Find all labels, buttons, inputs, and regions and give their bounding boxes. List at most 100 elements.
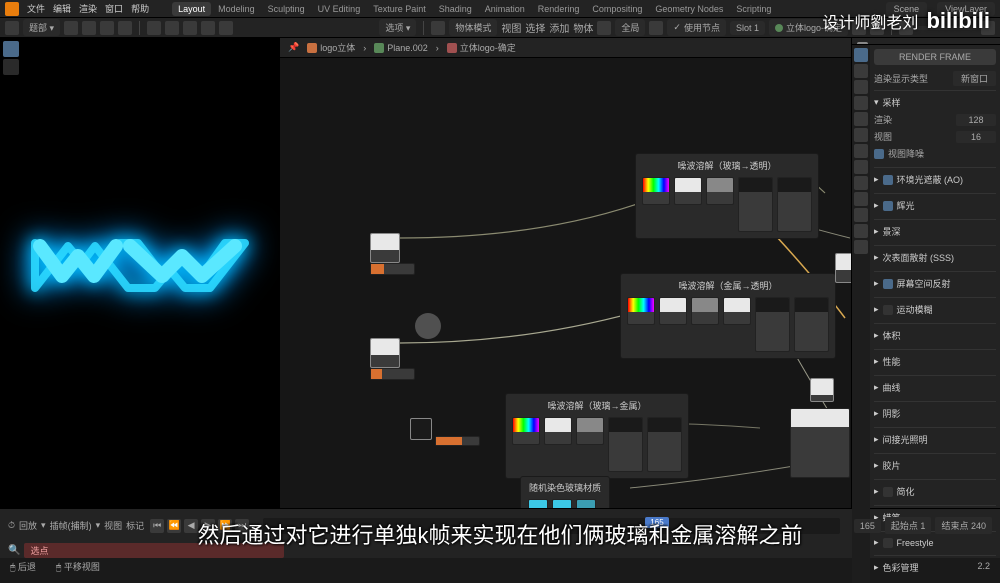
editor-type-icon[interactable] xyxy=(431,21,445,35)
texture-node[interactable] xyxy=(674,177,702,205)
scene-tab-icon[interactable] xyxy=(854,96,868,110)
slider-node[interactable] xyxy=(435,436,480,446)
world-tab-icon[interactable] xyxy=(854,112,868,126)
outliner[interactable]: logo 动画 logo立体 logo立体边框 灯光摄像机 xyxy=(852,38,1000,45)
viewlayer-tab-icon[interactable] xyxy=(854,80,868,94)
render-samples-field[interactable]: 128 xyxy=(956,114,996,126)
section-motionblur[interactable]: ▸ 运动模糊 xyxy=(874,301,996,318)
colorramp-node[interactable] xyxy=(627,297,655,325)
texture-node[interactable] xyxy=(544,417,572,445)
editor-type-icon[interactable] xyxy=(5,21,19,35)
view-menu[interactable]: 视图 xyxy=(501,20,521,35)
section-shadows[interactable]: ▸ 阴影 xyxy=(874,405,996,422)
material-tab-icon[interactable] xyxy=(854,224,868,238)
section-curves[interactable]: ▸ 曲线 xyxy=(874,379,996,396)
data-tab-icon[interactable] xyxy=(854,208,868,222)
section-simplify[interactable]: ▸ 简化 xyxy=(874,483,996,500)
output-tab-icon[interactable] xyxy=(854,64,868,78)
section-bloom[interactable]: ▸ 辉光 xyxy=(874,197,996,214)
tool-icon[interactable] xyxy=(118,21,132,35)
breadcrumb-data[interactable]: Plane.002 xyxy=(374,43,428,53)
tool-icon[interactable] xyxy=(100,21,114,35)
menu-help[interactable]: 帮助 xyxy=(131,2,149,15)
mix-node[interactable] xyxy=(608,417,643,472)
object-tab-icon[interactable] xyxy=(854,128,868,142)
shader-node[interactable] xyxy=(647,417,682,472)
tool-icon[interactable] xyxy=(219,21,233,35)
render-tab-icon[interactable] xyxy=(854,48,868,62)
select-menu[interactable]: 选择 xyxy=(525,20,545,35)
tab-compositing[interactable]: Compositing xyxy=(586,2,648,16)
display-dropdown[interactable]: 新窗口 xyxy=(953,71,996,86)
tab-uv[interactable]: UV Editing xyxy=(312,2,367,16)
select-mode[interactable]: 选项 ▾ xyxy=(379,19,416,36)
slider-node[interactable] xyxy=(370,368,415,380)
select-tool[interactable] xyxy=(3,41,19,57)
tab-scripting[interactable]: Scripting xyxy=(730,2,777,16)
section-sss[interactable]: ▸ 次表面散射 (SSS) xyxy=(874,249,996,266)
section-ao[interactable]: ▸ 环境光遮蔽 (AO) xyxy=(874,171,996,188)
color-node[interactable] xyxy=(528,499,548,508)
section-film[interactable]: ▸ 胶片 xyxy=(874,457,996,474)
menu-file[interactable]: 文件 xyxy=(27,2,45,15)
value-node[interactable] xyxy=(370,338,400,368)
render-properties[interactable]: RENDER FRAME 追染显示类型新窗口 ▾ 采样 渲染128 视图16 视… xyxy=(870,45,1000,583)
section-indirect[interactable]: ▸ 间接光照明 xyxy=(874,431,996,448)
breadcrumb-object[interactable]: logo立体 xyxy=(307,41,355,54)
shader-node[interactable] xyxy=(777,177,812,232)
tab-geo[interactable]: Geometry Nodes xyxy=(649,2,729,16)
tool-icon[interactable] xyxy=(147,21,161,35)
tool-icon[interactable] xyxy=(165,21,179,35)
texture-node[interactable] xyxy=(723,297,751,325)
use-nodes[interactable]: ✓ 使用节点 xyxy=(667,19,726,36)
color-node[interactable] xyxy=(576,499,596,508)
node-frame-metal-transparent[interactable]: 噪波溶解（金属→透明） xyxy=(620,273,836,359)
bloom-checkbox[interactable] xyxy=(883,201,893,211)
render-button[interactable]: RENDER FRAME xyxy=(874,49,996,65)
constraint-tab-icon[interactable] xyxy=(854,192,868,206)
tab-texpaint[interactable]: Texture Paint xyxy=(367,2,432,16)
3d-viewport[interactable] xyxy=(0,38,280,508)
pivot-icon[interactable] xyxy=(649,21,663,35)
slot-selector[interactable]: Slot 1 xyxy=(730,21,765,35)
texture-node[interactable] xyxy=(691,297,719,325)
mode-selector[interactable]: 题部 ▾ xyxy=(23,19,60,36)
mix-node[interactable] xyxy=(755,297,790,352)
texture-node[interactable] xyxy=(659,297,687,325)
menu-window[interactable]: 窗口 xyxy=(105,2,123,15)
tool-icon[interactable] xyxy=(201,21,215,35)
object-mode[interactable]: 物体模式 xyxy=(449,19,497,36)
shader-node-editor[interactable]: 📌 logo立体 › Plane.002 › 立体logo-确定 噪波溶解（玻璃… xyxy=(280,38,852,508)
shader-node[interactable] xyxy=(794,297,829,352)
tab-modeling[interactable]: Modeling xyxy=(212,2,261,16)
shader-node[interactable] xyxy=(835,253,852,283)
tool-icon[interactable] xyxy=(82,21,96,35)
object-menu[interactable]: 物体 xyxy=(573,20,593,35)
texture-node[interactable] xyxy=(576,417,604,445)
physics-tab-icon[interactable] xyxy=(854,176,868,190)
particle-tab-icon[interactable] xyxy=(854,160,868,174)
add-menu[interactable]: 添加 xyxy=(549,20,569,35)
node-frame-random-glass[interactable]: 随机染色玻璃材质 xyxy=(520,476,610,508)
menu-render[interactable]: 渲染 xyxy=(79,2,97,15)
mix-node[interactable] xyxy=(738,177,773,232)
ssr-checkbox[interactable] xyxy=(883,279,893,289)
tab-shading[interactable]: Shading xyxy=(433,2,478,16)
section-volumetrics[interactable]: ▸ 体积 xyxy=(874,327,996,344)
pin-icon[interactable]: 📌 xyxy=(288,42,299,53)
menu-edit[interactable]: 编辑 xyxy=(53,2,71,15)
value-node[interactable] xyxy=(410,418,432,440)
value-node[interactable] xyxy=(370,233,400,263)
orientation[interactable]: 全局 xyxy=(615,19,645,36)
denoise-checkbox[interactable] xyxy=(874,149,884,159)
section-sampling[interactable]: ▾ 采样 xyxy=(874,94,996,111)
tab-anim[interactable]: Animation xyxy=(479,2,531,16)
viewport-samples-field[interactable]: 16 xyxy=(956,131,996,143)
tab-layout[interactable]: Layout xyxy=(172,2,211,16)
texture-node[interactable] xyxy=(706,177,734,205)
slider-node[interactable] xyxy=(370,263,415,275)
section-dof[interactable]: ▸ 景深 xyxy=(874,223,996,240)
tool-icon[interactable] xyxy=(64,21,78,35)
breadcrumb-material[interactable]: 立体logo-确定 xyxy=(447,41,516,54)
cursor-tool[interactable] xyxy=(3,59,19,75)
